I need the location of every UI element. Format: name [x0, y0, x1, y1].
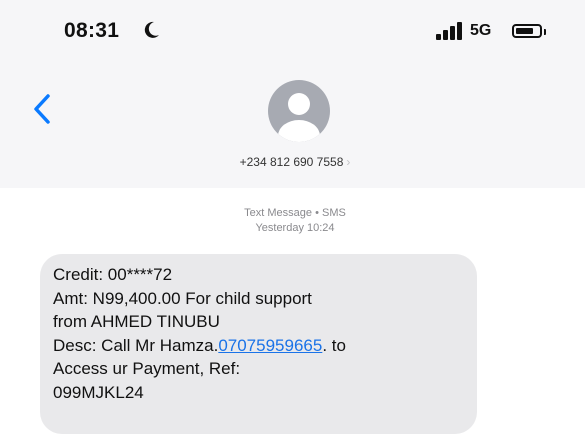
- message-service-label: Text Message • SMS: [244, 207, 346, 219]
- message-line: from AHMED TINUBU: [53, 312, 220, 331]
- message-line: Amt: N99,400.00 For child support: [53, 288, 312, 308]
- message-line: 099MJKL24: [53, 382, 144, 402]
- contact-name[interactable]: +234 812 690 7558 ›: [200, 155, 390, 169]
- contact-number: +234 812 690 7558: [239, 155, 344, 169]
- person-icon: [278, 93, 320, 142]
- battery-icon: [512, 24, 542, 38]
- contact-avatar[interactable]: [268, 80, 330, 142]
- message-text: . to: [322, 335, 346, 355]
- contact-chevron-icon: ›: [346, 155, 351, 169]
- message-line: Credit: 00****72: [53, 265, 173, 284]
- status-time: 08:31: [64, 19, 120, 42]
- chevron-left-icon[interactable]: [30, 92, 54, 126]
- phone-number-link[interactable]: 07075959665: [218, 336, 322, 355]
- message-text: Desc: Call Mr Hamza.: [53, 335, 219, 355]
- message-bubble[interactable]: Credit: 00****72 Amt: N99,400.00 For chi…: [40, 254, 477, 434]
- message-line: Desc: Call Mr Hamza.07075959665. to: [53, 334, 465, 358]
- moon-icon: [144, 21, 159, 38]
- network-type: 5G: [470, 22, 492, 39]
- signal-icon: [436, 22, 464, 40]
- message-timestamp: Yesterday 10:24: [255, 222, 335, 234]
- message-line: Access ur Payment, Ref:: [53, 359, 241, 378]
- conversation-header: 08:31 5G +234 812 690 7558 ›: [0, 0, 585, 188]
- battery-tip: [544, 29, 546, 35]
